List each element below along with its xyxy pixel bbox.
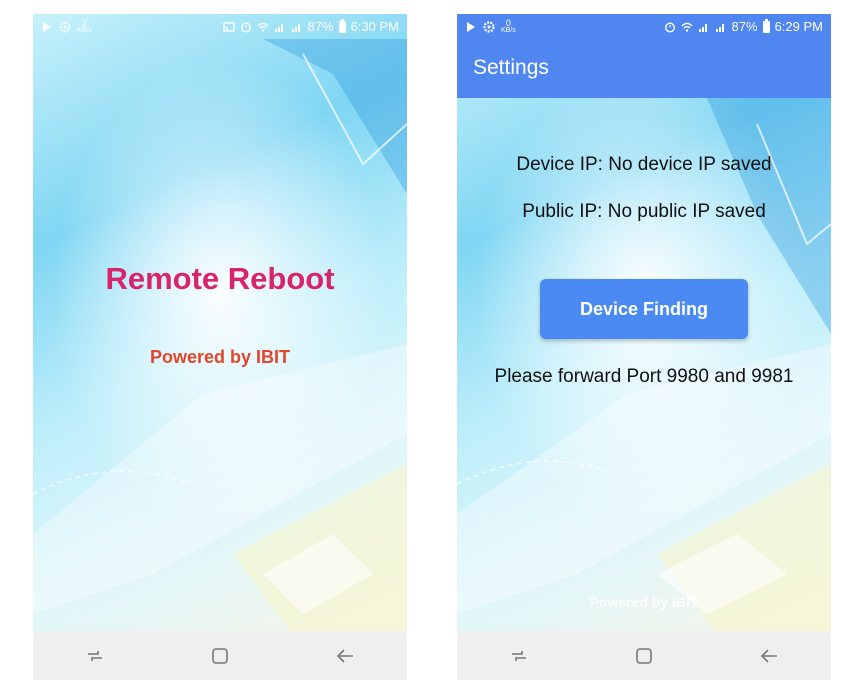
back-icon[interactable] bbox=[334, 645, 356, 667]
battery-percentage: 87% bbox=[307, 19, 334, 34]
recent-apps-icon[interactable] bbox=[508, 645, 530, 667]
device-ip-text: Device IP: No device IP saved bbox=[516, 154, 772, 175]
play-store-icon bbox=[467, 21, 475, 32]
clock: 6:29 PM bbox=[774, 19, 823, 34]
powered-by-label: Powered by IBIT bbox=[589, 594, 699, 610]
signal-icon bbox=[715, 23, 724, 32]
network-speed: 0 KB/s bbox=[501, 17, 516, 34]
status-bar: 0 KB/s 87% 6:29 PM bbox=[457, 14, 831, 39]
signal-icon bbox=[698, 23, 707, 32]
signal-icon bbox=[291, 23, 300, 32]
wifi-icon bbox=[257, 22, 269, 32]
navigation-bar bbox=[457, 631, 831, 680]
back-icon[interactable] bbox=[758, 645, 780, 667]
alarm-icon bbox=[664, 21, 675, 33]
network-speed-unit: KB/s bbox=[77, 26, 92, 34]
status-bar: 2 KB/s 87% 6:30 PM bbox=[33, 14, 407, 39]
page-title: Settings bbox=[473, 56, 549, 79]
wifi-icon bbox=[681, 22, 693, 32]
network-speed-value: 2 bbox=[81, 17, 87, 28]
signal-icon bbox=[274, 23, 283, 32]
app-title: Remote Reboot bbox=[105, 261, 335, 296]
recent-apps-icon[interactable] bbox=[84, 645, 106, 667]
network-speed: 2 KB/s bbox=[77, 17, 92, 34]
port-forward-note: Please forward Port 9980 and 9981 bbox=[494, 366, 794, 387]
battery-icon bbox=[338, 18, 346, 33]
alarm-icon bbox=[240, 21, 251, 33]
device-finding-button[interactable]: Device Finding bbox=[540, 279, 748, 339]
battery-icon bbox=[762, 18, 770, 33]
play-store-icon bbox=[43, 21, 51, 32]
background-gradient bbox=[457, 14, 831, 680]
public-ip-text: Public IP: No public IP saved bbox=[522, 201, 766, 222]
clock: 6:30 PM bbox=[350, 19, 399, 34]
settings-screen: Settings 0 KB/s 87% 6:29 PM Device IP: N… bbox=[457, 14, 831, 680]
battery-percentage: 87% bbox=[731, 19, 758, 34]
settings-gear-icon bbox=[59, 20, 71, 33]
powered-by-label: Powered by IBIT bbox=[149, 347, 291, 367]
navigation-bar bbox=[33, 631, 407, 680]
cast-icon bbox=[222, 21, 235, 32]
home-icon[interactable] bbox=[633, 645, 655, 667]
settings-gear-icon bbox=[483, 20, 495, 33]
network-speed-value: 0 bbox=[505, 17, 511, 28]
splash-screen: 2 KB/s 87% 6:30 PM Remote Reboot Powered… bbox=[33, 14, 407, 680]
network-speed-unit: KB/s bbox=[501, 26, 516, 34]
home-icon[interactable] bbox=[209, 645, 231, 667]
